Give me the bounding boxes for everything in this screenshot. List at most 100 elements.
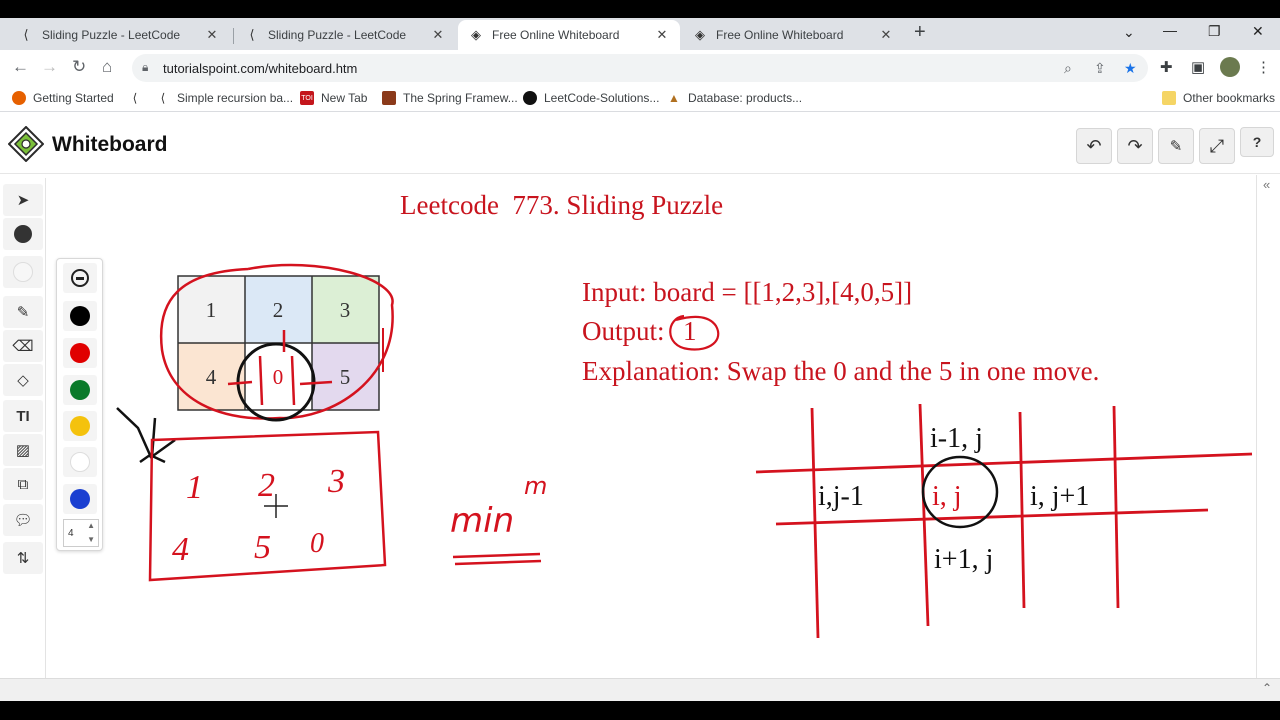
forward-arrow-icon[interactable]: →: [41, 58, 58, 76]
color-swatch-red[interactable]: [63, 338, 97, 368]
close-icon[interactable]: ✕: [204, 27, 220, 43]
tab-strip: ⟨ Sliding Puzzle - LeetCode ✕ ⟨ Sliding …: [0, 18, 1280, 50]
image-tool-button[interactable]: ▨: [3, 434, 43, 466]
handwritten-digit: 3: [327, 463, 345, 500]
select-tool-button[interactable]: ➤: [3, 184, 43, 216]
gallery-icon: ⧉: [17, 475, 29, 493]
bookmark-item[interactable]: LeetCode-Solutions...: [523, 91, 659, 105]
pen-size-stepper[interactable]: 4 ▲ ▼: [63, 519, 99, 547]
decrease-arrow-icon[interactable]: ▼: [87, 535, 95, 544]
tutorialspoint-icon: ◈: [695, 27, 705, 42]
bookmark-item[interactable]: TOI New Tab: [300, 91, 367, 105]
neighbor-grid-lines: [755, 403, 1253, 639]
drawing-layer: Leetcode 773. Sliding Puzzle Input: boar…: [116, 190, 1253, 639]
color-swatch-yellow[interactable]: [63, 411, 97, 441]
stroke-style-button[interactable]: [63, 263, 97, 293]
color-swatch-black[interactable]: [63, 301, 97, 331]
neighbor-bottom-label: i+1, j: [934, 544, 993, 575]
fullscreen-button[interactable]: ⤢: [1199, 128, 1235, 164]
reload-icon[interactable]: ↻: [72, 58, 86, 76]
board-title: Leetcode 773. Sliding Puzzle: [400, 190, 723, 220]
eraser-tool-button[interactable]: ⌫: [3, 330, 43, 362]
min-note: min: [450, 501, 514, 541]
left-toolbar: ➤ ✎ ⌫ ◇ TI ▨ ⧉ 💬︎ ⇅: [0, 178, 46, 678]
close-icon[interactable]: ✕: [654, 27, 670, 43]
url-text[interactable]: tutorialspoint.com/whiteboard.htm: [163, 61, 357, 76]
bookmark-star-icon[interactable]: ★: [1124, 60, 1137, 77]
tab-title: Sliding Puzzle - LeetCode: [42, 28, 181, 42]
shapes-tool-button[interactable]: ◇: [3, 364, 43, 396]
comment-tool-button[interactable]: 💬︎: [3, 504, 43, 536]
output-value: 1: [683, 316, 697, 346]
gallery-tool-button[interactable]: ⧉: [3, 468, 43, 500]
color-dot: [70, 380, 90, 400]
profile-avatar[interactable]: [1220, 57, 1240, 77]
share-icon[interactable]: ⇪: [1094, 60, 1106, 77]
new-tab-button[interactable]: +: [914, 22, 926, 42]
pen-tool-button[interactable]: ✎: [3, 296, 43, 328]
address-bar[interactable]: 🔒︎ tutorialspoint.com/whiteboard.htm ⌕ ⇪…: [132, 54, 1148, 82]
neighbor-right-label: i, j+1: [1030, 481, 1089, 512]
help-button[interactable]: ?: [1240, 127, 1274, 157]
extensions-puzzle-icon[interactable]: ✚: [1160, 58, 1173, 76]
expand-up-chevron-icon[interactable]: ⌃: [1262, 681, 1272, 695]
undo-icon: ↶: [1086, 135, 1102, 156]
close-window-button[interactable]: ✕: [1252, 23, 1264, 40]
bookmark-item[interactable]: The Spring Framew...: [382, 91, 518, 105]
explanation-line: Explanation: Swap the 0 and the 5 in one…: [582, 356, 1099, 386]
minimize-button[interactable]: —: [1163, 22, 1177, 38]
color-swatch-green[interactable]: [63, 375, 97, 405]
grid-cell-value: 5: [340, 365, 351, 389]
home-icon[interactable]: ⌂: [102, 58, 112, 76]
redo-icon: ↷: [1127, 135, 1143, 156]
clear-board-button[interactable]: ✎: [1158, 128, 1194, 164]
increase-arrow-icon[interactable]: ▲: [87, 521, 95, 530]
close-icon[interactable]: ✕: [430, 27, 446, 43]
lock-icon[interactable]: 🔒︎: [142, 60, 148, 75]
bookmark-item[interactable]: Getting Started: [12, 91, 114, 105]
whiteboard-canvas[interactable]: Leetcode 773. Sliding Puzzle Input: boar…: [47, 175, 1255, 678]
tab-1[interactable]: ⟨ Sliding Puzzle - LeetCode ✕: [8, 20, 230, 50]
import-export-button[interactable]: ⇅: [3, 542, 43, 574]
close-icon[interactable]: ✕: [878, 27, 894, 43]
undo-button[interactable]: ↶: [1076, 128, 1112, 164]
color-dot: [70, 452, 90, 472]
redo-button[interactable]: ↷: [1117, 128, 1153, 164]
grid-cell-value: 0: [273, 365, 284, 389]
back-arrow-icon[interactable]: ←: [12, 58, 29, 76]
input-line: Input: board = [[1,2,3],[4,0,5]]: [582, 277, 912, 307]
collapse-chevron-icon[interactable]: «: [1263, 177, 1270, 192]
leetcode-icon: ⟨: [160, 91, 166, 105]
tab-search-chevron-icon[interactable]: ⌄: [1123, 24, 1135, 41]
zoom-icon[interactable]: ⌕: [1064, 60, 1072, 77]
background-color-button[interactable]: [3, 256, 43, 288]
help-icon: ?: [1252, 134, 1262, 150]
side-panel-icon[interactable]: ▣: [1191, 58, 1205, 76]
tab-4[interactable]: ◈ Free Online Whiteboard ✕: [682, 20, 904, 50]
bookmark-item[interactable]: ⟨ Simple recursion ba...: [156, 91, 293, 105]
text-tool-button[interactable]: TI: [3, 400, 43, 432]
handwritten-digit: 5: [254, 529, 271, 566]
restore-button[interactable]: ❐: [1208, 23, 1221, 40]
tab-3-active[interactable]: ◈ Free Online Whiteboard ✕: [458, 20, 680, 50]
other-bookmarks[interactable]: Other bookmarks: [1162, 91, 1275, 105]
menu-kebab-icon[interactable]: ⋮: [1256, 58, 1271, 76]
app-title: Whiteboard: [52, 133, 168, 156]
pencil-icon: ✎: [16, 304, 30, 321]
tab-2[interactable]: ⟨ Sliding Puzzle - LeetCode ✕: [234, 20, 456, 50]
screen: ⟨ Sliding Puzzle - LeetCode ✕ ⟨ Sliding …: [0, 0, 1280, 720]
status-bar: ⌃: [0, 678, 1280, 701]
color-tool-button[interactable]: [3, 218, 43, 250]
color-swatch-blue[interactable]: [63, 484, 97, 514]
bookmark-item[interactable]: ⟨: [128, 91, 149, 105]
tutorialspoint-icon: ◈: [471, 27, 481, 42]
grid-cell-value: 2: [273, 298, 284, 322]
bookmark-label: The Spring Framew...: [403, 91, 518, 105]
leetcode-icon: ⟨: [23, 27, 29, 42]
bookmark-item[interactable]: ▲ Database: products...: [667, 91, 802, 105]
color-swatch-white[interactable]: [63, 447, 97, 477]
bottom-black-bar: [0, 701, 1280, 720]
database-icon: ▲: [668, 91, 680, 105]
other-bookmarks-label: Other bookmarks: [1183, 91, 1276, 105]
handwritten-digit: 4: [172, 531, 189, 568]
